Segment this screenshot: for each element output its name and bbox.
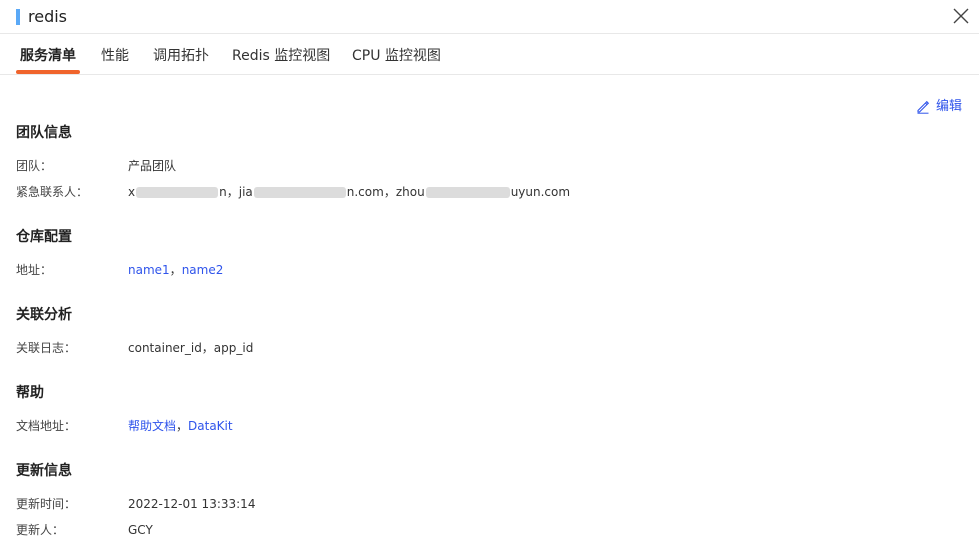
related-log-label: 关联日志： — [16, 341, 77, 355]
team-label: 团队： — [16, 159, 53, 173]
active-tab-indicator — [16, 70, 80, 74]
doc-label: 文档地址： — [16, 419, 77, 433]
address-separator: ， — [169, 263, 182, 277]
tab-call-topology[interactable]: 调用拓扑 — [153, 46, 209, 66]
contact-3-suffix: uyun.com — [510, 185, 571, 199]
contact-3-prefix: zhou — [395, 185, 425, 199]
tab-cpu-monitor[interactable]: CPU 监控视图 — [352, 46, 441, 66]
address-label: 地址： — [16, 263, 53, 277]
tab-service-list[interactable]: 服务清单 — [20, 46, 76, 66]
section-title-repo: 仓库配置 — [16, 229, 72, 245]
title-accent-bar — [16, 9, 20, 25]
redacted-text — [136, 187, 219, 198]
update-time-label: 更新时间： — [16, 497, 77, 511]
doc-list: 帮助文档，DataKit — [128, 417, 233, 435]
address-link-name1[interactable]: name1 — [128, 263, 170, 277]
tab-redis-monitor[interactable]: Redis 监控视图 — [232, 46, 330, 66]
update-time-value: 2022-12-01 13:33:14 — [128, 497, 256, 511]
team-value: 产品团队 — [128, 159, 177, 173]
doc-separator: ， — [176, 419, 189, 433]
contact-separator: ， — [383, 185, 396, 199]
contact-label: 紧急联系人： — [16, 185, 89, 199]
redacted-text — [253, 187, 346, 198]
update-user-value: GCY — [128, 523, 153, 537]
tab-bar: 服务清单 性能 调用拓扑 Redis 监控视图 CPU 监控视图 — [0, 34, 979, 75]
doc-link-help[interactable]: 帮助文档 — [128, 419, 176, 433]
update-user-label: 更新人： — [16, 523, 65, 537]
contact-1-prefix: x — [128, 185, 136, 199]
address-list: name1，name2 — [128, 261, 223, 279]
related-log-value: container_id，app_id — [128, 341, 254, 355]
edit-label: 编辑 — [936, 99, 963, 114]
pencil-icon — [917, 100, 930, 114]
contact-list: x n，jia n.com，zhou uyun.com — [128, 183, 570, 201]
contact-2-suffix: n.com — [346, 185, 384, 199]
contact-1-suffix: n — [219, 185, 227, 199]
close-icon[interactable] — [951, 6, 971, 26]
redacted-text — [425, 187, 510, 198]
section-title-update: 更新信息 — [16, 463, 72, 479]
doc-link-datakit[interactable]: DataKit — [188, 419, 233, 433]
contact-separator: ， — [226, 185, 239, 199]
section-title-team: 团队信息 — [16, 125, 72, 141]
drawer-title: redis — [28, 7, 68, 26]
address-link-name2[interactable]: name2 — [182, 263, 224, 277]
section-title-related: 关联分析 — [16, 307, 72, 323]
contact-2-prefix: jia — [238, 185, 253, 199]
drawer-header: redis — [0, 0, 979, 34]
edit-button[interactable]: 编辑 — [916, 98, 962, 116]
tab-performance[interactable]: 性能 — [101, 46, 129, 66]
section-title-help: 帮助 — [16, 385, 44, 401]
